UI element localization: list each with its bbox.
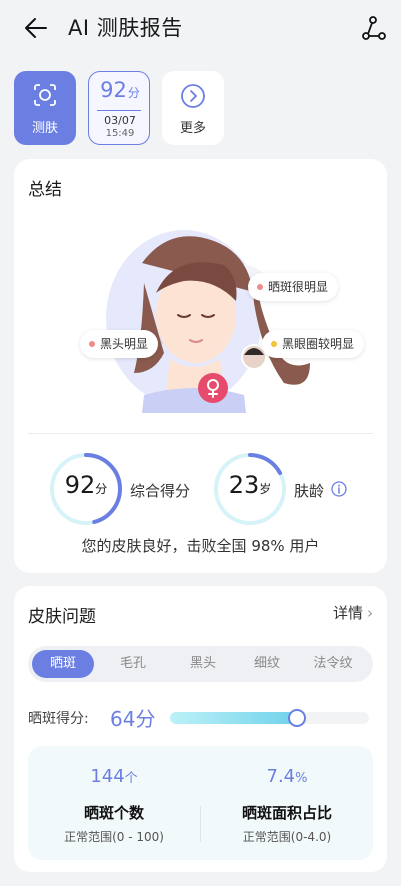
face-illustration: 晒斑很明显 黑头明显 黑眼圈较明显 [74,223,365,413]
details-link[interactable]: 详情 › [333,602,373,623]
stat-count-value: 144个 [28,766,200,787]
issue-score-knob [288,709,307,727]
stat-area: 7.4% 晒斑面积占比 正常范围(0-4.0) [201,746,373,860]
summary-sentence: 您的皮肤良好，击败全国 98% 用户 [81,537,320,555]
stat-count-range: 正常范围(0 - 100) [64,830,164,844]
stat-count-unit: 个 [124,771,138,786]
summary-title: 总结 [28,180,62,200]
tab-sunspots[interactable]: 晒斑 [32,650,94,678]
stat-area-number: 7.4 [266,766,296,787]
finding-text: 晒斑很明显 [268,280,329,294]
stat-count-number: 144 [90,766,125,787]
skin-age-label: 肤龄 [294,482,325,500]
finding-bubble-blackheads: 黑头明显 [80,330,159,358]
more-label: 更多 [179,121,206,136]
finding-dot [271,341,277,347]
chevron-right-icon: › [367,604,373,622]
history-score: 92分 [89,78,151,102]
history-score-value: 92 [100,78,127,102]
issue-tabs: 晒斑 毛孔 黑头 细纹 法令纹 [28,646,373,682]
skin-issues-card: 皮肤问题 详情 › 晒斑 毛孔 黑头 细纹 法令纹 晒斑得分: 64分 144个 … [14,586,387,872]
summary-card: 总结 晒斑很明显 黑头明显 黑眼圈较明显 92分 综合得分 23岁 肤龄 您的皮… [14,159,387,573]
finding-bubble-sunspots: 晒斑很明显 [248,273,339,301]
skin-age-unit: 岁 [259,482,272,496]
details-label: 详情 [332,604,363,622]
page-title: AI 测肤报告 [68,16,183,40]
tab-fine-lines[interactable]: 细纹 [236,650,298,678]
share-icon[interactable] [360,14,388,42]
skin-age: 23岁 [212,471,288,499]
skin-issues-title: 皮肤问题 [28,607,96,627]
history-report-chip[interactable]: 92分 03/07 15:49 [88,71,150,145]
stat-count: 144个 晒斑个数 正常范围(0 - 100) [28,746,200,860]
overall-score: 92分 [48,471,124,499]
issue-score-label: 晒斑得分: [28,711,89,727]
overall-score-label: 综合得分 [130,482,191,500]
info-icon[interactable] [331,481,347,497]
finding-text: 黑眼圈较明显 [282,337,355,351]
more-button[interactable]: 更多 [162,71,224,145]
back-arrow-icon[interactable] [22,14,50,42]
scan-skin-label: 测肤 [31,121,58,136]
app-header: AI 测肤报告 [0,0,401,56]
issue-score-bar [170,709,369,727]
finding-dot [89,341,95,347]
chip-divider [97,110,141,111]
finding-text: 黑头明显 [100,337,149,351]
chevron-right-circle-icon [181,84,205,108]
female-icon [198,373,228,403]
stat-count-label: 晒斑个数 [83,804,144,822]
summary-divider [28,433,373,434]
stat-area-value: 7.4% [201,766,373,787]
skin-age-value: 23 [228,471,260,499]
issue-score-value: 64分 [110,707,156,731]
scan-skin-button[interactable]: 测肤 [14,71,76,145]
history-date: 03/07 [104,114,136,127]
stat-area-unit: % [295,771,308,786]
finding-bubble-dark-circles: 黑眼圈较明显 [262,330,365,358]
overall-score-unit: 分 [95,482,108,496]
history-time: 15:49 [105,128,135,139]
issue-score-fill [170,712,298,724]
issue-stats-panel: 144个 晒斑个数 正常范围(0 - 100) 7.4% 晒斑面积占比 正常范围… [28,746,373,860]
tab-blackheads[interactable]: 黑头 [172,650,234,678]
stat-area-label: 晒斑面积占比 [241,804,332,822]
tab-pores[interactable]: 毛孔 [102,650,164,678]
tab-nasolabial-folds[interactable]: 法令纹 [300,650,366,678]
overall-score-value: 92 [64,471,96,499]
finding-dot [257,284,263,290]
stat-area-range: 正常范围(0-4.0) [242,830,332,844]
face-scan-icon [34,84,56,106]
issue-score-row: 晒斑得分: 64分 [28,702,373,732]
history-score-unit: 分 [127,86,140,100]
